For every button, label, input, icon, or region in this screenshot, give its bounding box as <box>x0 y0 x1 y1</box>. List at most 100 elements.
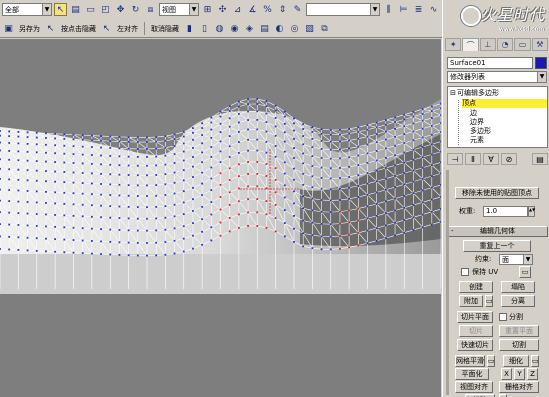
vertex <box>54 225 57 228</box>
render-setup-icon[interactable]: ◈ <box>243 22 256 35</box>
vertex <box>440 150 441 153</box>
pivot-center-icon[interactable]: ⊞ <box>201 3 214 16</box>
unhide-button[interactable]: 取消隐藏 <box>149 24 181 34</box>
weight-spinner[interactable]: 1.0 <box>483 206 528 217</box>
stack-item-polygon[interactable]: 多边形 <box>470 127 491 136</box>
vertex <box>357 164 360 166</box>
remove-modifier-icon[interactable]: ⊘ <box>501 153 517 165</box>
pin-stack-icon[interactable]: ⊣ <box>447 153 463 165</box>
activeshade-icon[interactable]: ◎ <box>288 22 301 35</box>
snap-toggle-icon[interactable]: ⊿ <box>231 3 244 16</box>
attach-settings-icon[interactable]: ▭ <box>485 295 493 307</box>
material-editor-icon[interactable]: ◉ <box>228 22 241 35</box>
selected-vertex <box>256 225 259 227</box>
vertex <box>329 177 332 180</box>
spinner-arrows-icon[interactable]: ▲▼ <box>528 206 535 217</box>
make-unique-icon[interactable]: ∀ <box>483 153 499 165</box>
percent-snap-icon[interactable]: % <box>261 3 274 16</box>
planar-x-button[interactable]: X <box>501 368 512 380</box>
named-selection-sets-dropdown[interactable]: ▼ <box>306 3 380 16</box>
slice-plane-button[interactable]: 切片平面 <box>457 311 493 323</box>
grid-align-button[interactable]: 栅格对齐 <box>499 381 539 393</box>
stack-item-element[interactable]: 元素 <box>470 136 484 145</box>
reset-plane-button[interactable]: 重置平面 <box>499 325 539 337</box>
repeat-last-button[interactable]: 重复上一个 <box>463 240 531 252</box>
tab-create-icon[interactable]: ✦ <box>445 38 462 51</box>
attach-button[interactable]: 附加 <box>459 295 483 307</box>
save-as-button[interactable]: 另存为 <box>17 24 42 34</box>
view-align-button[interactable]: 视图对齐 <box>455 381 493 393</box>
layer-manager-icon[interactable]: ≣ <box>412 3 425 16</box>
vertex <box>127 194 130 197</box>
select-and-rotate-icon[interactable]: ↻ <box>129 3 142 16</box>
preserve-uvs-checkbox[interactable] <box>461 268 469 276</box>
constraints-dropdown[interactable]: 面 ▼ <box>499 254 533 265</box>
angle-snap-icon[interactable]: ∡ <box>246 3 259 16</box>
collapse-button[interactable]: 塌陷 <box>501 281 535 293</box>
stack-root-editable-poly[interactable]: ⊟可编辑多边形 <box>449 89 499 98</box>
selection-filter-dropdown[interactable]: 全部 ▼ <box>2 3 52 16</box>
reference-coordinate-dropdown[interactable]: 视图 ▼ <box>159 3 199 16</box>
tab-display-icon[interactable]: ▭ <box>514 38 531 51</box>
collapse-minus-icon[interactable]: ⊟ <box>449 89 457 98</box>
hide-by-element-button[interactable]: 按点击隐藏 <box>59 24 98 34</box>
slice-button[interactable]: 切片 <box>459 325 493 337</box>
command-panel-scrollbar[interactable] <box>446 170 449 395</box>
tessellate-settings-icon[interactable]: ▭ <box>531 355 539 367</box>
mesh-surface[interactable] <box>0 39 441 397</box>
cylinder-icon[interactable]: ▯ <box>198 22 211 35</box>
vertex <box>430 186 433 189</box>
rectangular-selection-icon[interactable]: ▭ <box>84 3 97 16</box>
show-end-result-icon[interactable]: Ⅱ <box>465 153 481 165</box>
vertex <box>210 177 213 180</box>
tab-motion-icon[interactable]: ◔ <box>496 38 514 51</box>
save-icon[interactable]: ▣ <box>2 22 15 35</box>
cube-icon[interactable]: ▮ <box>183 22 196 35</box>
select-by-name-icon[interactable]: ▤ <box>69 3 82 16</box>
object-color-swatch[interactable] <box>535 57 547 69</box>
teapot-icon[interactable]: ◍ <box>213 22 226 35</box>
cut-button[interactable]: 切割 <box>499 339 539 351</box>
curve-editor-icon[interactable]: ∿ <box>427 3 440 16</box>
remove-unused-map-verts-button[interactable]: 移除未使用的贴图顶点 <box>455 187 539 199</box>
environment-icon[interactable]: ▧ <box>303 22 316 35</box>
named-selection-icon[interactable]: ✎ <box>291 3 304 16</box>
select-and-manipulate-icon[interactable]: ✣ <box>216 3 229 16</box>
render-frame-icon[interactable]: ▤ <box>258 22 271 35</box>
tab-utilities-icon[interactable]: ⚒ <box>531 38 548 51</box>
mirror-icon[interactable]: ⫼ <box>382 3 395 16</box>
planar-y-button[interactable]: Y <box>514 368 525 380</box>
modifier-list-dropdown[interactable]: 修改器列表 ▼ <box>447 71 547 83</box>
spinner-snap-icon[interactable]: ⇕ <box>276 3 289 16</box>
preserve-uvs-settings-icon[interactable]: ▭ <box>519 266 531 278</box>
stack-item-border[interactable]: 边界 <box>470 118 484 127</box>
object-name-field[interactable]: Surface01 <box>447 57 533 69</box>
vertex <box>237 100 240 103</box>
detach-button[interactable]: 分离 <box>501 295 535 307</box>
msmooth-button[interactable]: 网格平滑 <box>455 355 485 367</box>
schematic-view-icon[interactable]: ⧉ <box>318 22 331 35</box>
tab-modify-icon[interactable]: ⌒ <box>462 38 479 51</box>
tessellate-button[interactable]: 细化 <box>503 355 529 367</box>
window-crossing-icon[interactable]: ◰ <box>99 3 112 16</box>
vertex <box>329 211 332 214</box>
stack-item-edge[interactable]: 边 <box>470 109 477 118</box>
msmooth-settings-icon[interactable]: ▭ <box>487 355 495 367</box>
configure-sets-icon[interactable]: ▤ <box>532 153 548 165</box>
wire-edge <box>376 127 387 132</box>
create-button[interactable]: 创建 <box>459 281 493 293</box>
select-and-move-icon[interactable]: ✥ <box>114 3 127 16</box>
planar-z-button[interactable]: Z <box>527 368 538 380</box>
left-align-button[interactable]: 左对齐 <box>115 24 140 34</box>
perspective-viewport[interactable] <box>0 39 441 397</box>
make-planar-button[interactable]: 平面化 <box>455 368 489 380</box>
tab-hierarchy-icon[interactable]: ⊥ <box>479 38 496 51</box>
quickslice-button[interactable]: 快速切片 <box>457 339 493 351</box>
stack-item-vertex[interactable]: 顶点 <box>462 99 547 108</box>
edit-geometry-rollout-header[interactable]: - 编辑几何体 <box>447 226 548 237</box>
select-object-icon[interactable]: ↖ <box>54 3 67 16</box>
select-and-scale-icon[interactable]: ⧈ <box>144 3 157 16</box>
align-icon[interactable]: ⊨ <box>397 3 410 16</box>
split-checkbox[interactable] <box>499 313 507 321</box>
quick-render-icon[interactable]: ◐ <box>273 22 286 35</box>
